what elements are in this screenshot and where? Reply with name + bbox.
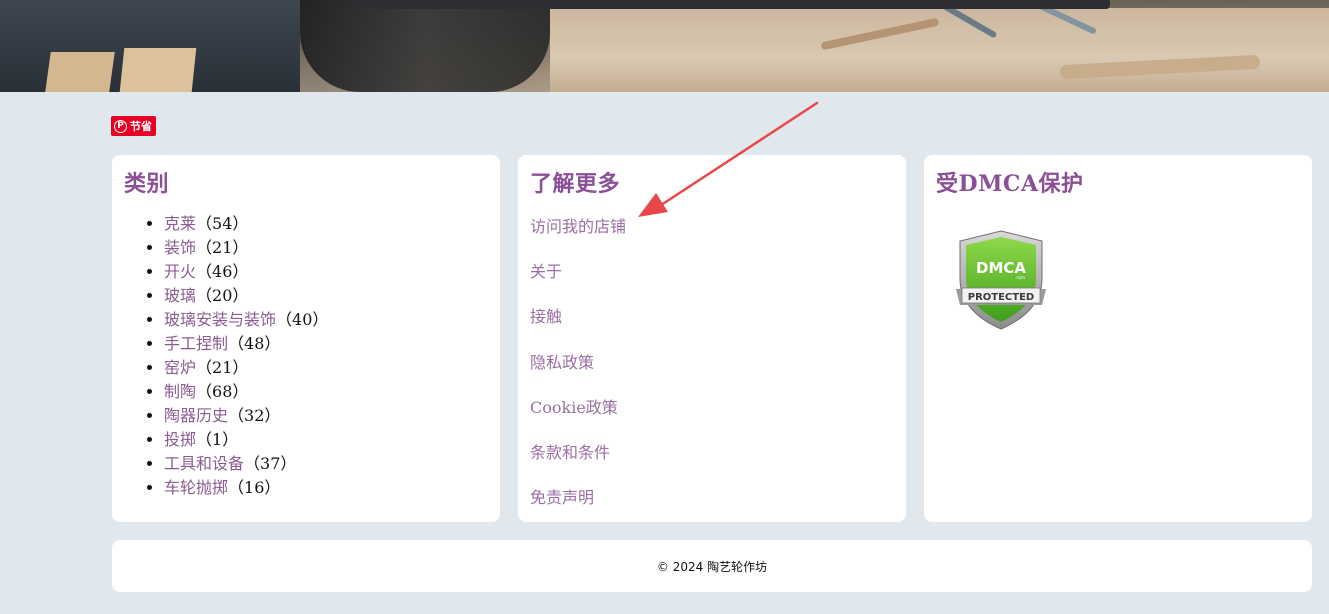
learn-more-link[interactable]: 条款和条件 — [530, 443, 610, 462]
category-item: 开火（46） — [164, 260, 328, 284]
category-link[interactable]: 车轮抛掷 — [164, 478, 228, 497]
categories-list: 克莱（54）装饰（21）开火（46）玻璃（20）玻璃安装与装饰（40）手工捏制（… — [124, 212, 328, 500]
hero-clay-block — [119, 48, 197, 92]
category-item: 制陶（68） — [164, 380, 328, 404]
category-count: （54） — [196, 214, 249, 233]
category-link[interactable]: 工具和设备 — [164, 454, 244, 473]
hero-workbench — [550, 8, 1329, 92]
category-count: （16） — [228, 478, 281, 497]
category-item: 装饰（21） — [164, 236, 328, 260]
dmca-title: 受DMCA保护 — [936, 171, 1084, 197]
categories-title: 类别 — [124, 171, 170, 197]
site-footer: © 2024 陶艺轮作坊 — [112, 540, 1312, 592]
hero-pot — [300, 0, 550, 92]
dmca-protected-badge[interactable]: DMCA .com PROTECTED — [954, 229, 1048, 331]
footer-copyright: © 2024 陶艺轮作坊 — [656, 559, 768, 574]
dmca-badge-domain: .com — [1015, 275, 1025, 280]
learn-more-link[interactable]: 免责声明 — [530, 488, 594, 507]
learn-more-item: 访问我的店铺 — [530, 215, 626, 260]
category-item: 投掷（1） — [164, 428, 328, 452]
learn-more-item: Cookie政策 — [530, 396, 626, 441]
categories-widget: 类别 克莱（54）装饰（21）开火（46）玻璃（20）玻璃安装与装饰（40）手工… — [112, 155, 500, 522]
category-link[interactable]: 投掷 — [164, 430, 196, 449]
learn-more-link[interactable]: 访问我的店铺 — [530, 217, 626, 236]
category-count: （32） — [228, 406, 281, 425]
learn-more-item: 隐私政策 — [530, 351, 626, 396]
category-item: 工具和设备（37） — [164, 452, 328, 476]
category-item: 陶器历史（32） — [164, 404, 328, 428]
top-nav-bar — [352, 0, 1110, 9]
category-item: 玻璃（20） — [164, 284, 328, 308]
pinterest-save-label: 节省 — [130, 120, 152, 133]
category-link[interactable]: 玻璃 — [164, 286, 196, 305]
category-count: （20） — [196, 286, 249, 305]
category-item: 玻璃安装与装饰（40） — [164, 308, 328, 332]
learn-more-widget: 了解更多 访问我的店铺 关于接触隐私政策 Cookie政策 条款和条件免责声明 — [518, 155, 906, 522]
dmca-widget: 受DMCA保护 DMCA .com PROTECTED — [924, 155, 1312, 522]
category-count: （48） — [228, 334, 281, 353]
dmca-badge-text: PROTECTED — [968, 292, 1034, 303]
category-item: 克莱（54） — [164, 212, 328, 236]
category-link[interactable]: 克莱 — [164, 214, 196, 233]
category-count: （68） — [196, 382, 249, 401]
hero-clay-block — [45, 52, 115, 92]
category-link[interactable]: 窑炉 — [164, 358, 196, 377]
category-count: （46） — [196, 262, 249, 281]
category-link[interactable]: 制陶 — [164, 382, 196, 401]
category-link[interactable]: 装饰 — [164, 238, 196, 257]
category-link[interactable]: 开火 — [164, 262, 196, 281]
category-link[interactable]: 陶器历史 — [164, 406, 228, 425]
pinterest-save-button[interactable]: P 节省 — [111, 116, 156, 136]
learn-more-item: 免责声明 — [530, 486, 626, 531]
category-count: （37） — [244, 454, 297, 473]
category-count: （40） — [276, 310, 329, 329]
learn-more-link[interactable]: 接触 — [530, 307, 562, 326]
category-link[interactable]: 玻璃安装与装饰 — [164, 310, 276, 329]
category-item: 窑炉（21） — [164, 356, 328, 380]
learn-more-item: 接触 — [530, 305, 626, 350]
learn-more-item: 关于 — [530, 260, 626, 305]
category-count: （21） — [196, 238, 249, 257]
learn-more-links: 访问我的店铺 关于接触隐私政策 Cookie政策 条款和条件免责声明 — [530, 215, 626, 531]
category-item: 手工捏制（48） — [164, 332, 328, 356]
hero-banner-image — [0, 0, 1329, 92]
pinterest-icon: P — [114, 119, 127, 133]
category-item: 车轮抛掷（16） — [164, 476, 328, 500]
learn-more-title: 了解更多 — [530, 171, 621, 197]
category-link[interactable]: 手工捏制 — [164, 334, 228, 353]
learn-more-link[interactable]: 隐私政策 — [530, 353, 594, 372]
category-count: （21） — [196, 358, 249, 377]
category-count: （1） — [196, 430, 239, 449]
learn-more-item: 条款和条件 — [530, 441, 626, 486]
learn-more-link[interactable]: Cookie政策 — [530, 398, 618, 417]
learn-more-link[interactable]: 关于 — [530, 262, 562, 281]
